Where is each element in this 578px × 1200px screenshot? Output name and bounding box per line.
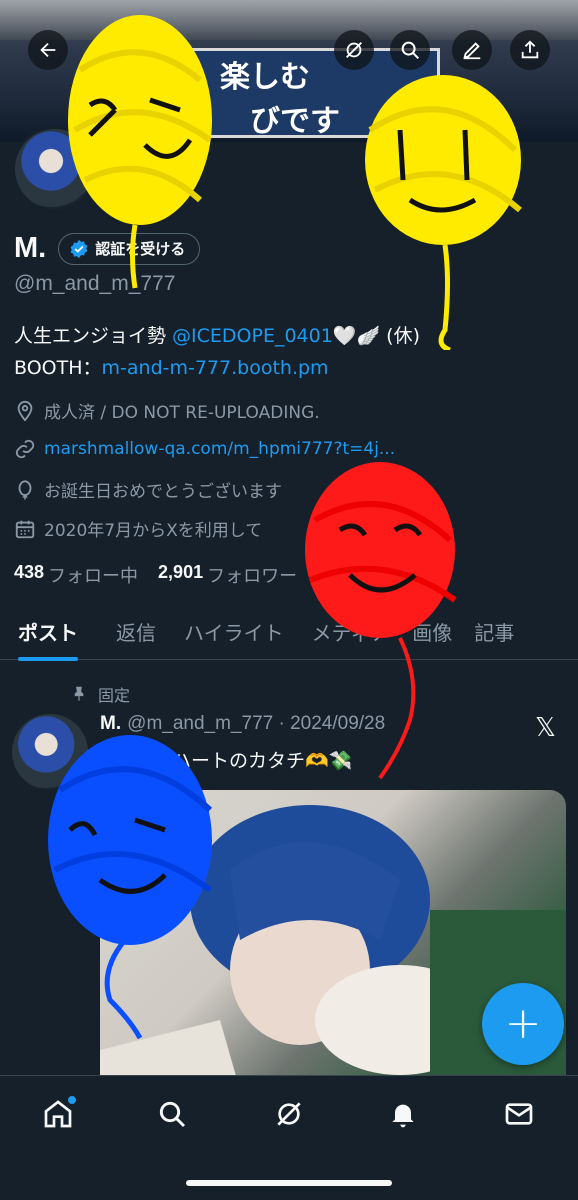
compose-button[interactable] xyxy=(452,30,492,70)
booth-link[interactable]: m-and-m-777.booth.pm xyxy=(102,357,329,379)
nav-home[interactable] xyxy=(38,1094,78,1134)
plus-icon: + xyxy=(504,998,542,1049)
blue-scribble xyxy=(48,735,213,1040)
birthday-row: お誕生日おめでとうございます xyxy=(14,477,282,502)
grok-button[interactable] xyxy=(334,30,374,70)
nav-messages[interactable] xyxy=(499,1094,539,1134)
display-name: M. xyxy=(14,232,47,264)
website-row[interactable]: marshmallow-qa.com/m_hpmi777?t=4j... xyxy=(14,438,395,460)
red-scribble xyxy=(305,462,457,780)
tab-articles[interactable]: 記事 xyxy=(474,604,514,660)
yellow-scribble-1 xyxy=(68,15,212,289)
pin-icon xyxy=(74,686,84,701)
grok-icon xyxy=(346,42,362,58)
share-icon xyxy=(521,40,539,59)
messages-icon xyxy=(505,1103,533,1125)
joined-text: 2020年7月からXを利用して xyxy=(44,521,263,541)
search-button[interactable] xyxy=(390,30,430,70)
follow-stats: 438 フォロー中 2,901 フォロワー xyxy=(14,562,317,588)
search-icon xyxy=(401,41,419,59)
tab-posts[interactable]: ポスト xyxy=(18,604,78,661)
share-button[interactable] xyxy=(510,30,550,70)
followers-count[interactable]: 2,901 xyxy=(158,562,203,588)
location-pin-icon xyxy=(17,400,33,422)
bio-mention-link[interactable]: @ICEDOPE_0401 xyxy=(172,325,333,347)
banner-sign-line1: 楽しむ xyxy=(220,60,310,95)
bio-prefix: 人生エンジョイ勢 xyxy=(14,325,173,347)
balloon-icon xyxy=(18,479,32,500)
website-link[interactable]: marshmallow-qa.com/m_hpmi777?t=4j... xyxy=(44,439,395,459)
tab-highlights[interactable]: ハイライト xyxy=(184,604,284,660)
profile-tabs: ポスト 返信 ハイライト メディア 画像 記事 xyxy=(0,604,578,661)
nav-search[interactable] xyxy=(152,1094,192,1134)
search-icon xyxy=(159,1101,186,1128)
grok-icon xyxy=(277,1102,301,1126)
banner-sign-line2: びです xyxy=(250,104,340,139)
compose-post-button[interactable]: + xyxy=(482,983,564,1065)
joined-row: 2020年7月からXを利用して xyxy=(14,516,262,541)
link-icon xyxy=(15,439,35,459)
x-logo-icon: 𝕏 xyxy=(535,713,556,743)
nav-notifications[interactable] xyxy=(383,1094,423,1134)
pinned-label: 固定 xyxy=(98,686,131,705)
nav-grok[interactable] xyxy=(269,1094,309,1134)
home-indicator xyxy=(186,1180,392,1186)
birthday-text: お誕生日おめでとうございます xyxy=(44,482,282,502)
booth-label: BOOTH： xyxy=(14,357,102,379)
following-count[interactable]: 438 xyxy=(14,562,44,588)
compose-icon xyxy=(463,42,481,60)
pinned-indicator: 固定 xyxy=(70,682,130,706)
tab-replies[interactable]: 返信 xyxy=(116,604,156,660)
following-label[interactable]: フォロー中 xyxy=(48,562,138,588)
location-text: 成人済 / DO NOT RE-UPLOADING. xyxy=(44,403,320,423)
location-row: 成人済 / DO NOT RE-UPLOADING. xyxy=(14,398,320,423)
notifications-icon xyxy=(392,1104,414,1128)
followers-label[interactable]: フォロワー xyxy=(207,562,297,588)
calendar-icon xyxy=(15,520,35,538)
arrow-left-icon xyxy=(40,42,56,58)
home-notification-dot xyxy=(68,1096,76,1104)
yellow-scribble-2 xyxy=(365,75,522,350)
